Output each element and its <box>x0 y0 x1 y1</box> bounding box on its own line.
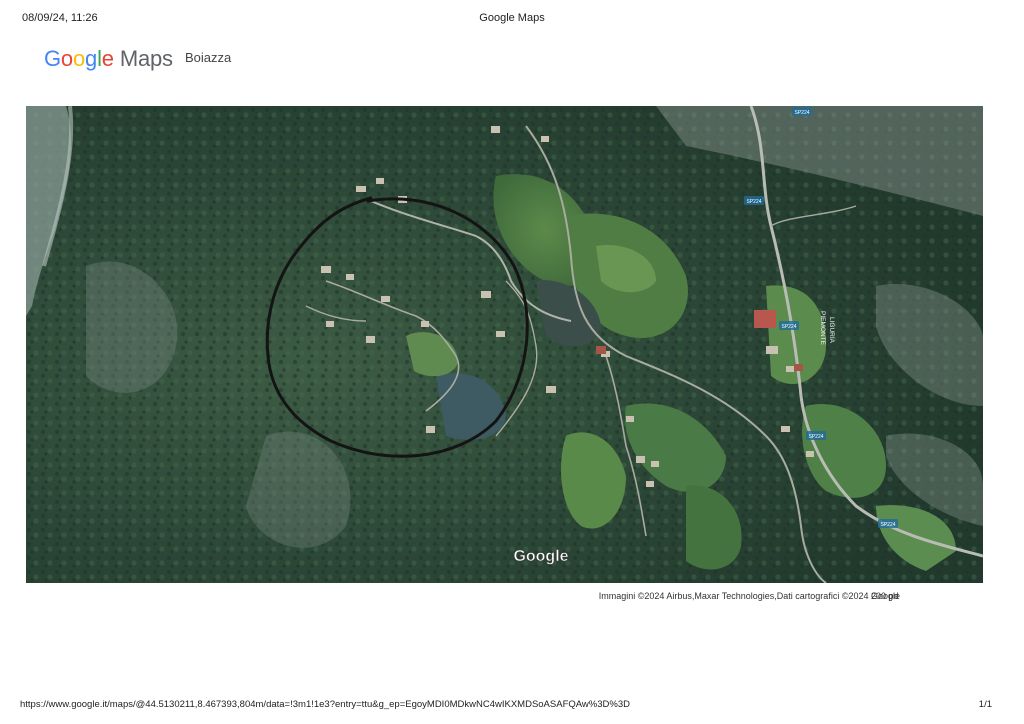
road-label-text: SP224 <box>781 324 796 330</box>
building <box>496 331 505 337</box>
google-maps-logo: Google Maps <box>44 46 173 72</box>
building <box>626 416 634 422</box>
map-attribution: Immagini ©2024 Airbus,Maxar Technologies… <box>598 591 900 601</box>
building <box>481 291 491 298</box>
building <box>786 366 794 372</box>
logo-letter: e <box>101 46 114 71</box>
page-number: 1/1 <box>978 699 992 710</box>
red-roof-building <box>794 364 803 371</box>
building <box>376 178 384 184</box>
building <box>541 136 549 142</box>
region-label-piemonte: PIEMONTE <box>819 311 826 346</box>
region-label-liguria: LIGURIA <box>828 317 835 344</box>
red-roof-building <box>596 346 606 354</box>
google-wordmark: Google <box>44 46 114 72</box>
red-roof-building <box>754 310 776 328</box>
logo-letter: o <box>72 46 86 71</box>
logo-letter: g <box>85 46 98 71</box>
road-label-text: SP224 <box>808 434 823 440</box>
road-label-text: SP224 <box>746 199 761 205</box>
road-label-sp224: SP224 <box>878 519 898 528</box>
building <box>426 426 435 433</box>
logo-letter: G <box>44 46 61 71</box>
building <box>636 456 645 463</box>
logo-letter: o <box>60 46 73 71</box>
road-label-sp224: SP224 <box>744 196 764 205</box>
building <box>321 266 331 273</box>
building <box>326 321 334 327</box>
building <box>646 481 654 487</box>
satellite-imagery: SP224 SP224 SP224 SP224 SP224 PIEMONTE L… <box>26 106 983 583</box>
page-url: https://www.google.it/maps/@44.5130211,8… <box>20 699 630 710</box>
print-page-title: Google Maps <box>479 12 545 24</box>
building <box>491 126 500 133</box>
place-name: Boiazza <box>185 50 232 65</box>
map-scale: 200 pd <box>871 591 899 601</box>
building <box>781 426 790 432</box>
satellite-map[interactable]: SP224 SP224 SP224 SP224 SP224 PIEMONTE L… <box>26 106 983 583</box>
building <box>651 461 659 467</box>
building <box>766 346 778 354</box>
road-label-sp224: SP224 <box>792 107 812 116</box>
road-label-sp224: SP224 <box>806 431 826 440</box>
road-label-text: SP224 <box>794 110 809 116</box>
building <box>546 386 556 393</box>
road-label-sp224: SP224 <box>779 321 799 330</box>
building <box>806 451 814 457</box>
building <box>356 186 366 192</box>
maps-wordmark: Maps <box>119 46 173 71</box>
building <box>381 296 390 302</box>
road-label-text: SP224 <box>880 522 895 528</box>
building <box>346 274 354 280</box>
building <box>366 336 375 343</box>
building <box>421 321 429 327</box>
google-watermark: Google <box>513 548 568 565</box>
